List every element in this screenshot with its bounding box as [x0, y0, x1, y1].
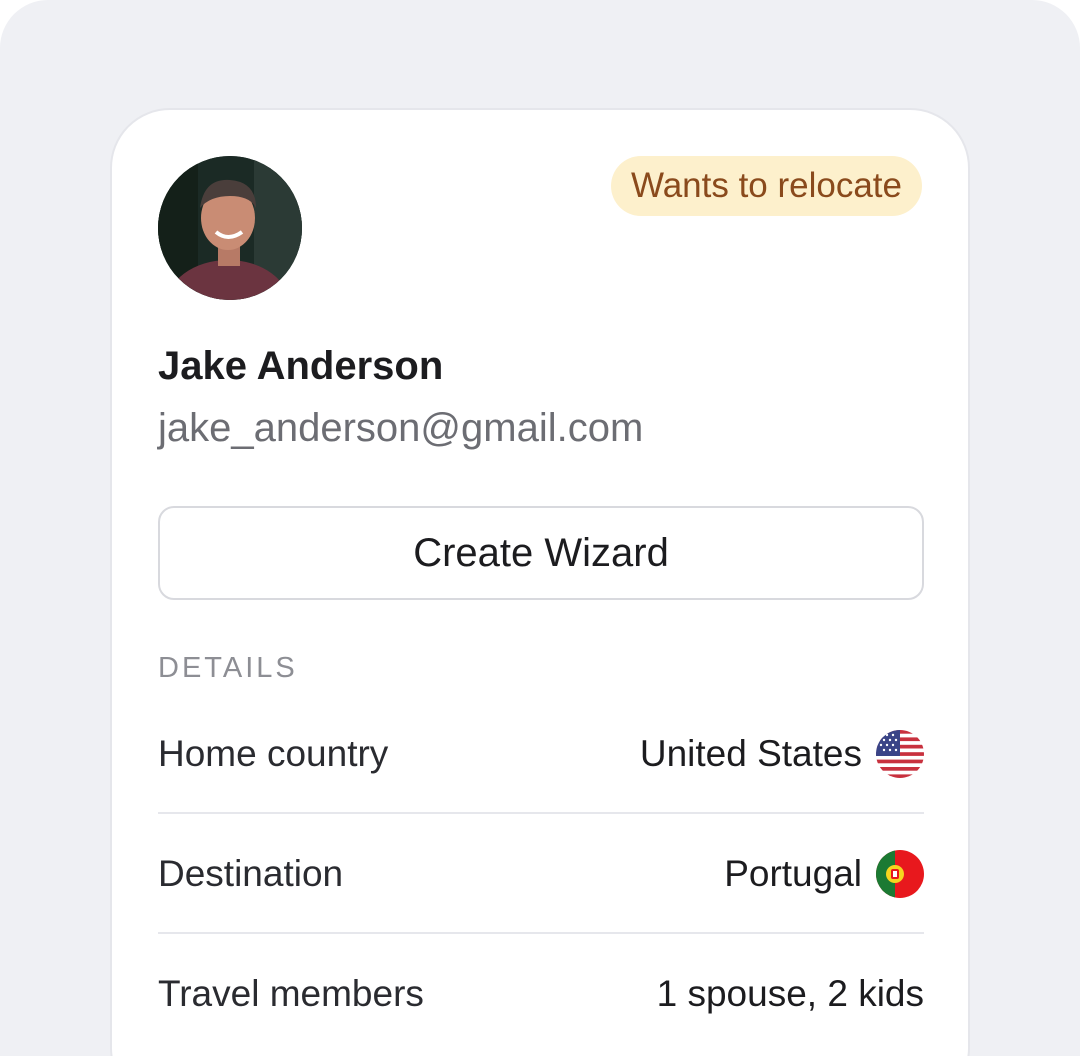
avatar [158, 156, 302, 300]
detail-value: United States [639, 733, 862, 774]
detail-value: Portugal [724, 853, 862, 894]
detail-value: 1 spouse, 2 kids [656, 973, 924, 1014]
detail-row-travel-members: Travel members 1 spouse, 2 kids [158, 934, 924, 1054]
profile-email: jake_anderson@gmail.com [158, 406, 644, 450]
detail-value-group: 1 spouse, 2 kids [657, 934, 924, 1054]
detail-row-destination: Destination Portugal [158, 814, 924, 934]
details-section-title: DETAILS [158, 652, 298, 684]
detail-value-group: Portugal [724, 814, 924, 934]
detail-label: Travel members [158, 973, 424, 1014]
profile-name: Jake Anderson [158, 344, 444, 388]
create-wizard-button[interactable]: Create Wizard [158, 506, 924, 600]
us-flag-icon [876, 730, 924, 778]
detail-value-group: United States [640, 694, 924, 814]
profile-card: Wants to relocate Jake Anderson jake_and… [110, 108, 970, 1056]
page-background: Wants to relocate Jake Anderson jake_and… [0, 0, 1080, 1056]
detail-label: Destination [158, 853, 344, 894]
avatar-photo [158, 156, 302, 300]
status-badge: Wants to relocate [610, 156, 922, 216]
detail-label: Home country [158, 733, 389, 774]
detail-row-home-country: Home country United States [158, 694, 924, 814]
portugal-flag-icon [876, 850, 924, 898]
